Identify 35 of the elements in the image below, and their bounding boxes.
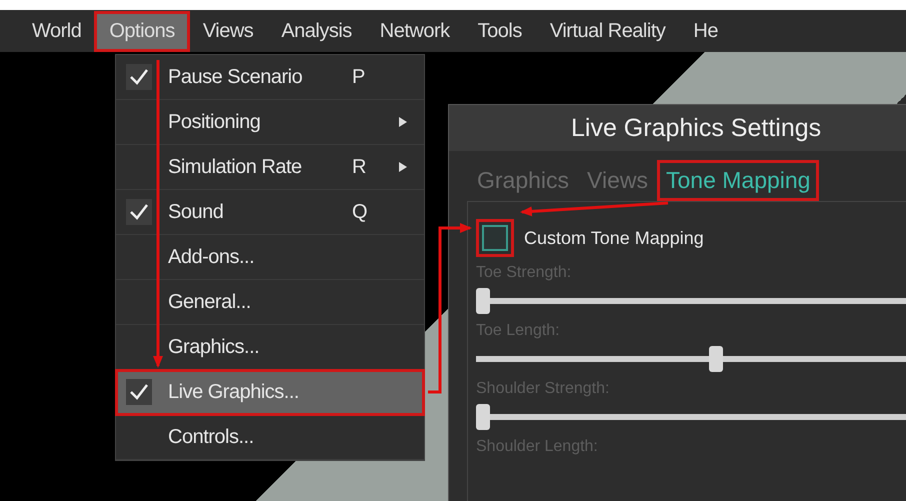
menu-item[interactable]: Pause Scenario P <box>116 55 424 100</box>
menu-item-label: Simulation Rate <box>168 156 303 178</box>
menu-item[interactable]: Positioning <box>116 100 424 145</box>
menu-item[interactable]: Live Graphics... <box>116 370 424 415</box>
menu-item-label: Live Graphics... <box>168 380 300 404</box>
menu-item[interactable]: Controls... <box>116 415 424 460</box>
dialog-title: Live Graphics Settings <box>449 105 906 151</box>
menu-title[interactable]: World <box>20 14 94 48</box>
shortcut-key: R <box>352 156 366 178</box>
menu-title[interactable]: Options <box>97 14 187 48</box>
menu-title[interactable]: Tools <box>466 14 534 48</box>
slider-thumb[interactable] <box>708 346 723 372</box>
shortcut-key: Q <box>352 200 368 222</box>
menu-item-label: Pause Scenario <box>168 66 304 88</box>
checkbox[interactable] <box>482 225 508 251</box>
menu-item[interactable]: Simulation Rate R <box>116 145 424 190</box>
slider-thumb[interactable] <box>476 404 490 430</box>
menu-item[interactable]: General... <box>116 280 424 325</box>
checkbox-label: Custom Tone Mapping <box>524 228 704 248</box>
shortcut-key: P <box>352 66 365 88</box>
tab[interactable]: Tone Mapping <box>660 162 816 198</box>
menu-item-label: Graphics... <box>168 336 260 358</box>
menu-title[interactable]: Virtual Reality <box>538 14 678 48</box>
menu-item-label: Sound <box>168 200 224 224</box>
menu-title[interactable]: Network <box>368 14 462 48</box>
menu-title[interactable]: Views <box>190 14 266 48</box>
slider-thumb[interactable] <box>476 288 490 314</box>
menu-item-label: Controls... <box>168 426 255 448</box>
menu-item-label: Add-ons... <box>168 246 256 268</box>
menu-title[interactable]: He <box>681 14 730 48</box>
menu-item[interactable]: Add-ons... <box>116 235 424 280</box>
menu-item-label: General... <box>168 290 252 314</box>
menu-item[interactable]: Sound Q <box>116 190 424 235</box>
menu-item-label: Positioning <box>168 110 262 134</box>
menu-title[interactable]: Analysis <box>269 14 364 48</box>
